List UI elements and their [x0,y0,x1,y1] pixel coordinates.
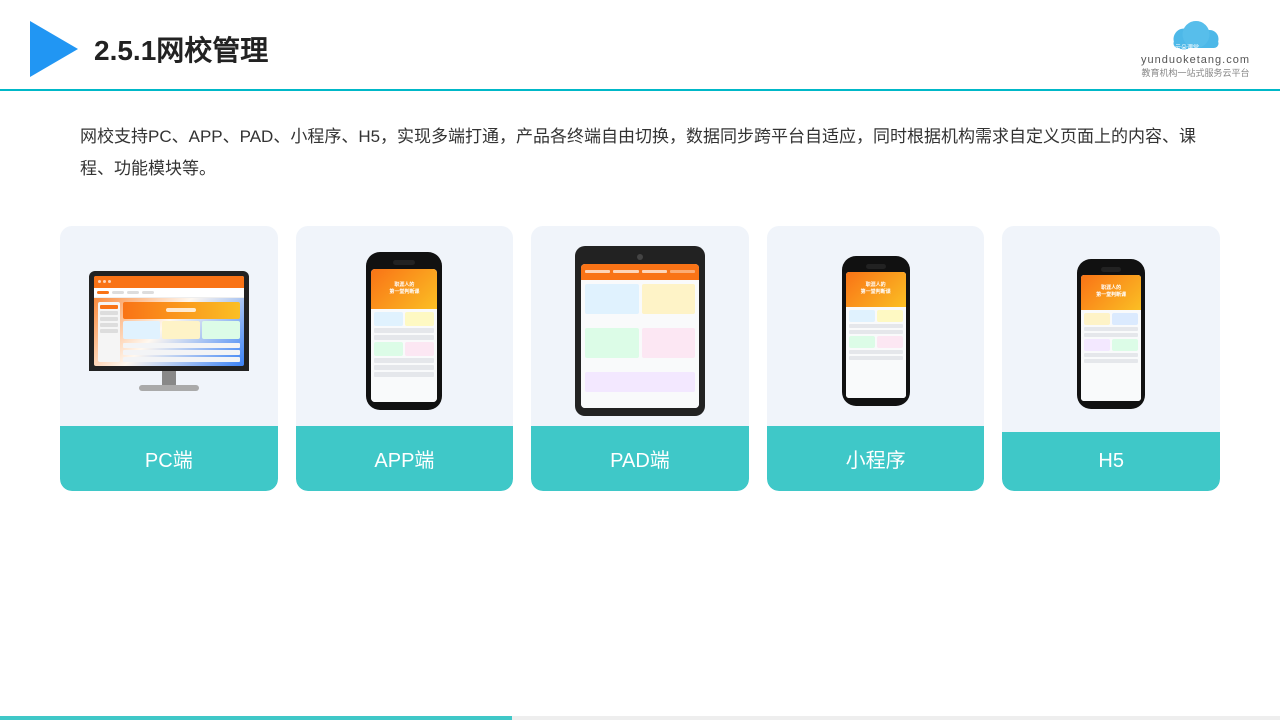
device-cards-container: PC端 职涯人的第一堂判断课 [0,196,1280,511]
phone-mini-notch-h5 [1101,267,1121,272]
monitor-mockup [89,271,249,391]
tablet-mockup [575,246,705,416]
card-miniprogram-label: 小程序 [767,426,985,491]
card-h5-image: 职涯人的第一堂判断课 [1002,226,1220,432]
card-miniprogram-image: 职涯人的第一堂判断课 [767,226,985,426]
card-pad-label: PAD端 [531,426,749,491]
tablet-screen [581,264,699,408]
card-pad-image [531,226,749,426]
bottom-progress-bar [0,716,1280,720]
card-miniprogram: 职涯人的第一堂判断课 小程序 [767,226,985,491]
phone-h5-screen: 职涯人的第一堂判断课 [1081,275,1141,401]
card-pad: PAD端 [531,226,749,491]
monitor-screen [94,276,244,366]
brand-logo-icon: 云朵课堂 [1166,18,1226,54]
card-app-image: 职涯人的第一堂判断课 [296,226,514,426]
phone-mini-screen: 职涯人的第一堂判断课 [846,272,906,398]
logo-triangle-icon [30,21,78,77]
card-h5-label: H5 [1002,432,1220,491]
card-app: 职涯人的第一堂判断课 [296,226,514,491]
page-title: 2.5.1网校管理 [94,29,268,69]
brand-url: yunduoketang.com [1141,54,1250,66]
phone-notch [393,260,415,265]
brand-tagline: 教育机构一站式服务云平台 [1142,66,1250,79]
description-text: 网校支持PC、APP、PAD、小程序、H5，实现多端打通，产品各终端自由切换，数… [0,91,1280,196]
card-pc-label: PC端 [60,426,278,491]
card-app-label: APP端 [296,426,514,491]
phone-mockup-h5: 职涯人的第一堂判断课 [1077,259,1145,409]
tablet-camera [637,254,643,260]
cloud-icon: 云朵课堂 [1166,18,1226,54]
card-pc-image [60,226,278,426]
brand-logo: 云朵课堂 yunduoketang.com 教育机构一站式服务云平台 [1141,18,1250,79]
phone-screen: 职涯人的第一堂判断课 [371,269,437,402]
phone-mockup-app: 职涯人的第一堂判断课 [366,252,442,410]
phone-mini-notch [866,264,886,269]
monitor-frame [89,271,249,371]
card-pc: PC端 [60,226,278,491]
phone-mockup-mini: 职涯人的第一堂判断课 [842,256,910,406]
card-h5: 职涯人的第一堂判断课 H5 [1002,226,1220,491]
header: 2.5.1网校管理 云朵课堂 yunduoketang.com 教育机构一站式服… [0,0,1280,91]
header-left: 2.5.1网校管理 [30,21,268,77]
bottom-progress-fill [0,716,512,720]
